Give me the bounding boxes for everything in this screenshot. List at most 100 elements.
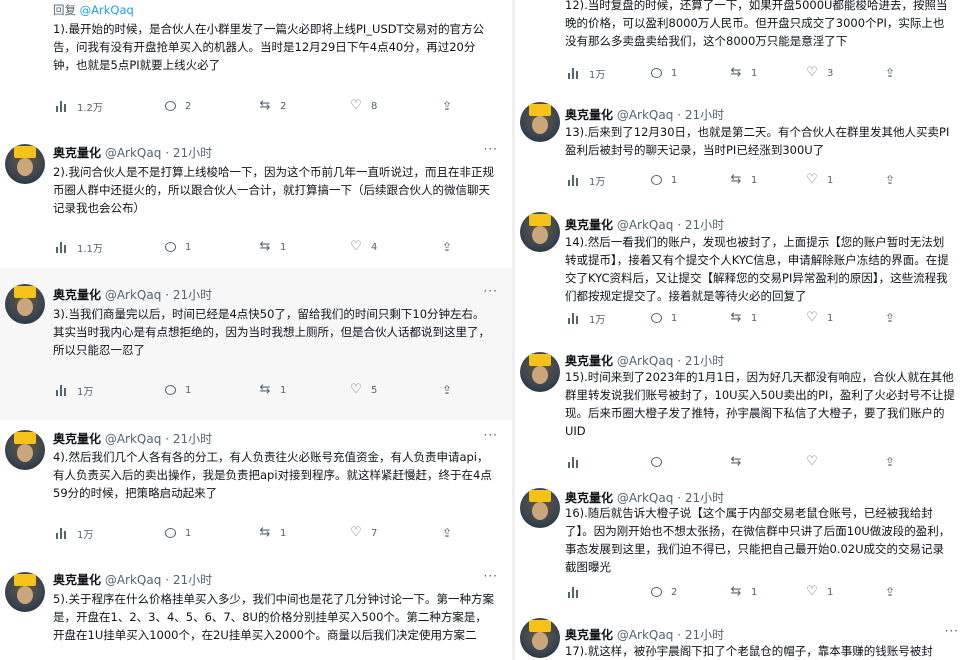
tweet-15[interactable]: 奥克量化 @ArkQaq · 21小时 15).时间来到了2023年的1月1日，… [515,338,973,480]
retweet-button[interactable]: ⇆ [727,453,745,471]
views-button[interactable]: 1.1万 [53,238,103,256]
more-dots-icon[interactable]: ··· [484,284,498,298]
like-button[interactable]: ♡ [803,453,821,471]
author-handle[interactable]: @ArkQaq [617,108,674,122]
timestamp[interactable]: 21小时 [685,218,724,232]
views-button[interactable]: 1万 [565,171,605,189]
avatar[interactable] [520,488,560,528]
author-name[interactable]: 奥克量化 [53,573,101,587]
tweet-12[interactable]: 12).当时复盘的时候，还算了一下，如果开盘5000U都能梭哈进去，按照当晚的价… [515,0,973,96]
tweet-1[interactable]: 回复 @ArkQaq 1).最开始的时候，是合伙人在小群里发了一篇火必即将上线P… [0,0,512,132]
retweet-button[interactable]: ⇆ 1 [727,171,758,189]
like-button[interactable]: ♡ 1 [803,171,833,189]
tweet-4[interactable]: 奥克量化 @ArkQaq · 21小时 ··· 4).然后我们几个人各有各的分工… [0,420,512,560]
views-button[interactable] [565,453,583,471]
timestamp[interactable]: 21小时 [685,628,724,642]
author-handle[interactable]: @ArkQaq [617,218,674,232]
reply-count: 2 [185,100,192,112]
like-button[interactable]: ♡ 3 [803,64,833,82]
reply-button[interactable]: 2 [651,583,677,601]
avatar[interactable] [5,572,45,612]
author-name[interactable]: 奥克量化 [53,146,101,160]
avatar[interactable] [5,144,45,184]
views-button[interactable]: 1万 [565,64,605,82]
retweet-button[interactable]: ⇆ 1 [727,64,758,82]
more-dots-icon[interactable]: ··· [945,624,959,638]
author-name[interactable]: 奥克量化 [565,354,613,368]
tweet-3[interactable]: 奥克量化 @ArkQaq · 21小时 ··· 3).当我们商量完以后，时间已经… [0,268,512,420]
share-button[interactable]: ⇪ [881,453,899,471]
author-handle[interactable]: @ArkQaq [105,288,162,302]
more-dots-icon[interactable]: ··· [484,428,498,442]
author-handle[interactable]: @ArkQaq [617,354,674,368]
author-handle[interactable]: @ArkQaq [617,491,674,505]
views-button[interactable]: 1万 [565,309,605,327]
share-button[interactable]: ⇪ [881,583,899,601]
timestamp[interactable]: 21小时 [173,432,212,446]
like-button[interactable]: ♡ 7 [347,524,377,542]
retweet-button[interactable]: ⇆ 1 [727,583,758,601]
reply-handle-link[interactable]: @ArkQaq [80,3,134,17]
tweet-13[interactable]: 奥克量化 @ArkQaq · 21小时 13).后来到了12月30日，也就是第二… [515,96,973,198]
reply-button[interactable]: 2 [165,97,191,115]
views-button[interactable]: 1万 [53,524,93,542]
share-button[interactable]: ⇪ [438,381,456,399]
avatar[interactable] [520,352,560,392]
like-button[interactable]: ♡ 1 [803,309,833,327]
views-button[interactable]: 1.2万 [53,97,103,115]
author-name[interactable]: 奥克量化 [565,491,613,505]
retweet-button[interactable]: ⇆ 1 [256,238,287,256]
tweet-14[interactable]: 奥克量化 @ArkQaq · 21小时 14).然后一看我们的账户，发现也被封了… [515,198,973,338]
share-button[interactable]: ⇪ [881,64,899,82]
timestamp[interactable]: 21小时 [173,288,212,302]
like-button[interactable]: ♡ 1 [803,583,833,601]
author-name[interactable]: 奥克量化 [53,432,101,446]
author-name[interactable]: 奥克量化 [565,218,613,232]
reply-button[interactable] [651,453,665,471]
reply-button[interactable]: 1 [651,64,677,82]
reply-button[interactable]: 1 [165,381,191,399]
avatar[interactable] [520,102,560,142]
timestamp[interactable]: 21小时 [685,354,724,368]
tweet-16[interactable]: 奥克量化 @ArkQaq · 21小时 16).随后就告诉大橙子说【这个属于内部… [515,480,973,612]
views-button[interactable]: 1万 [53,381,93,399]
avatar[interactable] [520,212,560,252]
timestamp[interactable]: 21小时 [685,108,724,122]
author-name[interactable]: 奥克量化 [53,288,101,302]
author-handle[interactable]: @ArkQaq [105,573,162,587]
share-button[interactable]: ⇪ [881,309,899,327]
author-handle[interactable]: @ArkQaq [105,432,162,446]
reply-button[interactable]: 1 [651,309,677,327]
reply-button[interactable]: 1 [165,238,191,256]
share-button[interactable]: ⇪ [881,171,899,189]
timestamp[interactable]: 21小时 [173,146,212,160]
more-dots-icon[interactable]: ··· [484,569,498,583]
timestamp[interactable]: 21小时 [685,491,724,505]
like-button[interactable]: ♡ 5 [347,381,377,399]
share-button[interactable]: ⇪ [438,97,456,115]
more-dots-icon[interactable]: ··· [484,142,498,156]
like-button[interactable]: ♡ 4 [347,238,377,256]
retweet-button[interactable]: ⇆ 1 [727,309,758,327]
author-handle[interactable]: @ArkQaq [105,146,162,160]
author-name[interactable]: 奥克量化 [565,108,613,122]
avatar[interactable] [5,430,45,470]
share-button[interactable]: ⇪ [438,238,456,256]
avatar[interactable] [5,284,45,324]
tweet-17[interactable]: 奥克量化 @ArkQaq · 21小时 ··· 17).就这样，被孙宇晨阁下扣了… [515,612,973,660]
views-button[interactable] [565,583,583,601]
reply-button[interactable]: 1 [651,171,677,189]
tweet-2[interactable]: 奥克量化 @ArkQaq · 21小时 ··· 2).我问合伙人是不是打算上线梭… [0,132,512,268]
share-button[interactable]: ⇪ [438,524,456,542]
retweet-button[interactable]: ⇆ 1 [256,381,287,399]
like-count: 4 [371,241,378,253]
timestamp[interactable]: 21小时 [173,573,212,587]
author-handle[interactable]: @ArkQaq [617,628,674,642]
retweet-button[interactable]: ⇆ 2 [256,97,287,115]
avatar[interactable] [520,618,560,658]
like-button[interactable]: ♡ 8 [347,97,377,115]
retweet-button[interactable]: ⇆ 1 [256,524,287,542]
tweet-5[interactable]: 奥克量化 @ArkQaq · 21小时 ··· 5).关于程序在什么价格挂单买入… [0,560,512,660]
reply-button[interactable]: 1 [165,524,191,542]
author-name[interactable]: 奥克量化 [565,628,613,642]
